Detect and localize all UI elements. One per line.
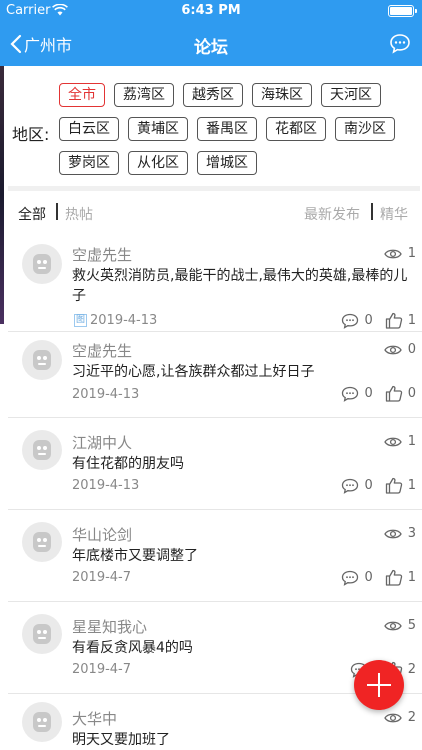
thumb-up-icon[interactable] — [385, 312, 403, 329]
section-divider — [8, 186, 420, 191]
like-count: 1 — [407, 570, 416, 585]
post-title: 有看反贪风暴4的吗 — [72, 640, 193, 656]
comment-count: 0 — [364, 386, 373, 401]
view-count: 5 — [383, 618, 416, 633]
filter-newest[interactable]: 最新发布 — [304, 204, 360, 224]
view-count: 0 — [383, 342, 416, 357]
filter-bar: 全部 热帖 最新发布 精华 — [0, 192, 422, 230]
view-count-value: 0 — [407, 342, 416, 357]
avatar — [22, 522, 62, 562]
eye-icon — [383, 713, 402, 722]
post-item[interactable]: 江湖中人 有住花都的朋友吗 2019-4-13 1 0 1 — [8, 418, 422, 510]
post-author: 星星知我心 — [72, 618, 148, 636]
comment-icon[interactable] — [341, 313, 359, 329]
region-tag-all-city[interactable]: 全市 — [59, 83, 105, 107]
post-date: 2019-4-13 — [72, 478, 140, 493]
image-attachment-icon: 图 — [74, 314, 87, 327]
post-date: 2019-4-7 — [72, 662, 132, 677]
filter-hot[interactable]: 热帖 — [65, 204, 93, 224]
region-tag-haizhu[interactable]: 海珠区 — [252, 83, 312, 107]
message-button[interactable] — [388, 32, 412, 56]
like-count: 0 — [407, 386, 416, 401]
view-count-value: 3 — [407, 526, 416, 541]
region-tag-tianhe[interactable]: 天河区 — [321, 83, 381, 107]
post-stats: 0 0 — [341, 385, 416, 402]
view-count-value: 2 — [407, 710, 416, 725]
post-item[interactable]: 空虚先生 救火英烈消防员,最能干的战士,最伟大的英雄,最棒的儿子 图 2019-… — [8, 236, 422, 332]
avatar — [22, 244, 62, 284]
view-count: 1 — [383, 246, 416, 261]
nav-bar: 广州市 论坛 — [0, 22, 422, 66]
avatar — [22, 702, 62, 742]
region-tag-panyu[interactable]: 番禺区 — [197, 117, 257, 141]
region-label: 地区: — [12, 125, 50, 144]
filter-best[interactable]: 精华 — [380, 204, 408, 224]
filter-all[interactable]: 全部 — [18, 204, 46, 224]
status-time: 6:43 PM — [181, 3, 241, 18]
like-count: 1 — [407, 313, 416, 328]
view-count-value: 1 — [407, 246, 416, 261]
new-post-button[interactable] — [354, 660, 404, 710]
view-count-value: 1 — [407, 434, 416, 449]
region-tag-luogang[interactable]: 萝岗区 — [59, 151, 119, 175]
view-count: 2 — [383, 710, 416, 725]
region-tag-yuexiu[interactable]: 越秀区 — [183, 83, 243, 107]
view-count: 1 — [383, 434, 416, 449]
thumb-up-icon[interactable] — [385, 477, 403, 494]
post-author: 空虚先生 — [72, 342, 133, 360]
post-date: 2019-4-13 — [72, 387, 140, 402]
post-date: 2019-4-13 — [90, 313, 158, 328]
avatar — [22, 340, 62, 380]
comment-count: 0 — [364, 478, 373, 493]
eye-icon — [383, 529, 402, 538]
post-author: 大华中 — [72, 710, 118, 728]
battery-icon — [388, 5, 417, 17]
region-tag-conghua[interactable]: 从化区 — [128, 151, 188, 175]
comment-count: 0 — [364, 313, 373, 328]
post-title: 明天又要加班了 — [72, 732, 170, 748]
post-title: 有住花都的朋友吗 — [72, 456, 184, 472]
eye-icon — [383, 345, 402, 354]
avatar — [22, 614, 62, 654]
comment-icon[interactable] — [341, 386, 359, 402]
thumb-up-icon[interactable] — [385, 385, 403, 402]
comment-icon[interactable] — [341, 570, 359, 586]
region-tag-liwan[interactable]: 荔湾区 — [114, 83, 174, 107]
comment-count: 0 — [364, 570, 373, 585]
post-stats: 0 1 — [341, 312, 416, 329]
post-item[interactable]: 华山论剑 年底楼市又要调整了 2019-4-7 3 0 1 — [8, 510, 422, 602]
view-count-value: 5 — [407, 618, 416, 633]
region-tag-huadu[interactable]: 花都区 — [266, 117, 326, 141]
post-title: 救火英烈消防员,最能干的战士,最伟大的英雄,最棒的儿子 — [72, 268, 408, 304]
comment-icon[interactable] — [341, 478, 359, 494]
thumb-up-icon[interactable] — [385, 569, 403, 586]
region-tag-huangpu[interactable]: 黄埔区 — [128, 117, 188, 141]
like-count: 1 — [407, 478, 416, 493]
eye-icon — [383, 437, 402, 446]
filter-divider — [371, 203, 373, 220]
region-tag-zengcheng[interactable]: 增城区 — [197, 151, 257, 175]
post-item[interactable]: 大华中 明天又要加班了 2 — [8, 694, 422, 750]
page-title: 论坛 — [194, 38, 228, 58]
post-author: 江湖中人 — [72, 434, 133, 452]
eye-icon — [383, 621, 402, 630]
post-author: 空虚先生 — [72, 246, 133, 264]
filter-divider — [56, 203, 58, 220]
post-date: 2019-4-7 — [72, 570, 132, 585]
post-title: 年底楼市又要调整了 — [72, 548, 198, 564]
region-selector: 地区: 全市 荔湾区 越秀区 海珠区 天河区 白云区 黄埔区 番禺区 花都区 南… — [0, 66, 422, 186]
post-stats: 0 1 — [341, 569, 416, 586]
post-stats: 0 1 — [341, 477, 416, 494]
avatar — [22, 430, 62, 470]
post-title: 习近平的心愿,让各族群众都过上好日子 — [72, 364, 315, 380]
view-count: 3 — [383, 526, 416, 541]
region-tag-nansha[interactable]: 南沙区 — [335, 117, 395, 141]
post-item[interactable]: 空虚先生 习近平的心愿,让各族群众都过上好日子 2019-4-13 0 0 0 — [8, 332, 422, 418]
eye-icon — [383, 249, 402, 258]
like-count: 2 — [407, 662, 416, 677]
chat-bubble-icon — [390, 34, 410, 54]
post-author: 华山论剑 — [72, 526, 133, 544]
region-tag-baiyun[interactable]: 白云区 — [59, 117, 119, 141]
status-bar: Carrier 6:43 PM — [0, 0, 422, 22]
